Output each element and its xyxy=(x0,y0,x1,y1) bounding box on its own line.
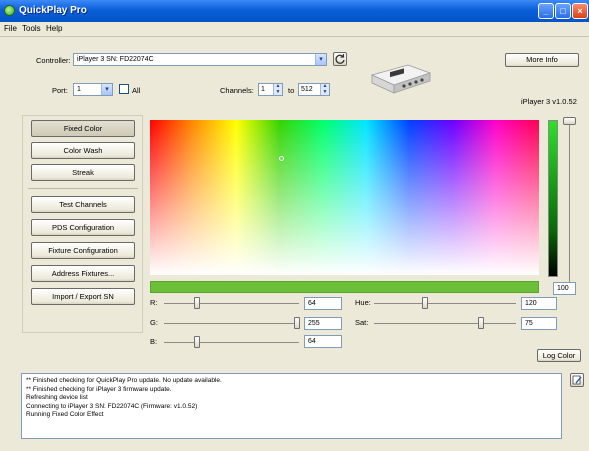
close-button[interactable]: × xyxy=(572,3,588,19)
r-label: R: xyxy=(150,298,158,307)
intensity-gradient xyxy=(548,120,558,277)
sat-label: Sat: xyxy=(355,318,369,327)
port-select[interactable]: 1 ▾ xyxy=(73,83,113,96)
intensity-field[interactable]: 100 xyxy=(553,282,576,295)
test-channels-button[interactable]: Test Channels xyxy=(31,196,135,213)
window-title: QuickPlay Pro xyxy=(19,5,87,16)
menu-tools[interactable]: Tools xyxy=(22,24,41,33)
hue-slider-thumb[interactable] xyxy=(422,297,428,309)
g-slider-thumb[interactable] xyxy=(294,317,300,329)
quickplay-app-icon xyxy=(4,5,15,16)
hue-label: Hue: xyxy=(355,298,371,307)
more-info-button[interactable]: More Info xyxy=(505,53,579,67)
b-slider-track[interactable] xyxy=(164,342,299,343)
chevron-down-icon[interactable]: ▾ xyxy=(101,84,112,95)
chevron-down-icon[interactable]: ▾ xyxy=(315,54,326,65)
minimize-button[interactable]: _ xyxy=(538,3,554,19)
b-slider-thumb[interactable] xyxy=(194,336,200,348)
g-label: G: xyxy=(150,318,158,327)
port-value: 1 xyxy=(77,86,81,93)
refresh-icon xyxy=(335,54,345,64)
menu-bar: File Tools Help xyxy=(0,22,589,37)
spin-arrows-icon[interactable]: ▲ ▼ xyxy=(320,83,329,95)
refresh-button[interactable] xyxy=(333,52,347,66)
controller-value: iPlayer 3 SN: FD22074C xyxy=(77,56,154,63)
status-bar xyxy=(0,443,589,451)
title-bar[interactable]: QuickPlay Pro _ □ × xyxy=(0,0,589,22)
pds-configuration-button[interactable]: PDS Configuration xyxy=(31,219,135,236)
color-picker-marker[interactable] xyxy=(279,155,285,161)
address-fixtures-button[interactable]: Address Fixtures... xyxy=(31,265,135,282)
channels-to-label: to xyxy=(288,86,295,95)
color-picker-field[interactable] xyxy=(150,120,539,275)
g-field[interactable]: 255 xyxy=(304,317,342,330)
streak-button[interactable]: Streak xyxy=(31,164,135,181)
spin-arrows-icon[interactable]: ▲ ▼ xyxy=(273,83,282,95)
hue-field[interactable]: 120 xyxy=(521,297,557,310)
all-label: All xyxy=(132,86,141,95)
all-checkbox[interactable] xyxy=(119,84,129,94)
sat-slider-track[interactable] xyxy=(374,323,516,324)
sat-slider-thumb[interactable] xyxy=(478,317,484,329)
iplayer-device-icon xyxy=(370,64,432,94)
clear-log-icon xyxy=(572,375,582,385)
log-line: ** Finished checking for iPlayer 3 firmw… xyxy=(26,385,172,393)
hue-slider-track[interactable] xyxy=(374,303,516,304)
log-color-button[interactable]: Log Color xyxy=(537,349,581,362)
intensity-slider-track[interactable] xyxy=(569,123,570,283)
fixed-color-button[interactable]: Fixed Color xyxy=(31,120,135,137)
color-wash-button[interactable]: Color Wash xyxy=(31,142,135,159)
menu-file[interactable]: File xyxy=(4,24,17,33)
b-field[interactable]: 64 xyxy=(304,335,342,348)
log-panel[interactable]: ** Finished checking for QuickPlay Pro u… xyxy=(21,373,562,439)
clear-log-button[interactable] xyxy=(570,373,584,387)
r-slider-track[interactable] xyxy=(164,303,299,304)
r-field[interactable]: 64 xyxy=(304,297,342,310)
channels-to-spinner[interactable]: 512 ▲ ▼ xyxy=(298,83,330,96)
port-label: Port: xyxy=(52,86,68,95)
maximize-button[interactable]: □ xyxy=(555,3,571,19)
device-version: iPlayer 3 v1.0.52 xyxy=(521,97,577,106)
g-slider-track[interactable] xyxy=(164,323,299,324)
sidebar-divider xyxy=(28,188,138,189)
log-line: Running Fixed Color Effect xyxy=(26,411,104,418)
import-export-sn-button[interactable]: Import / Export SN xyxy=(31,288,135,305)
b-label: B: xyxy=(150,337,158,346)
r-slider-thumb[interactable] xyxy=(194,297,200,309)
log-line: Refreshing device list xyxy=(26,394,88,401)
color-preview-bar xyxy=(150,281,539,293)
sat-field[interactable]: 75 xyxy=(521,317,557,330)
intensity-slider-thumb[interactable] xyxy=(563,117,576,125)
log-line: ** Finished checking for QuickPlay Pro u… xyxy=(26,377,222,384)
fixture-configuration-button[interactable]: Fixture Configuration xyxy=(31,242,135,259)
log-line: Connecting to iPlayer 3 SN: FD22074C (Fi… xyxy=(26,402,198,410)
menu-help[interactable]: Help xyxy=(46,24,62,33)
channels-to-value: 512 xyxy=(301,86,313,93)
controller-select[interactable]: iPlayer 3 SN: FD22074C ▾ xyxy=(73,53,327,66)
controller-label: Controller: xyxy=(36,56,71,65)
channels-from-value: 1 xyxy=(261,86,265,93)
channels-from-spinner[interactable]: 1 ▲ ▼ xyxy=(258,83,283,96)
channels-label: Channels: xyxy=(220,86,254,95)
